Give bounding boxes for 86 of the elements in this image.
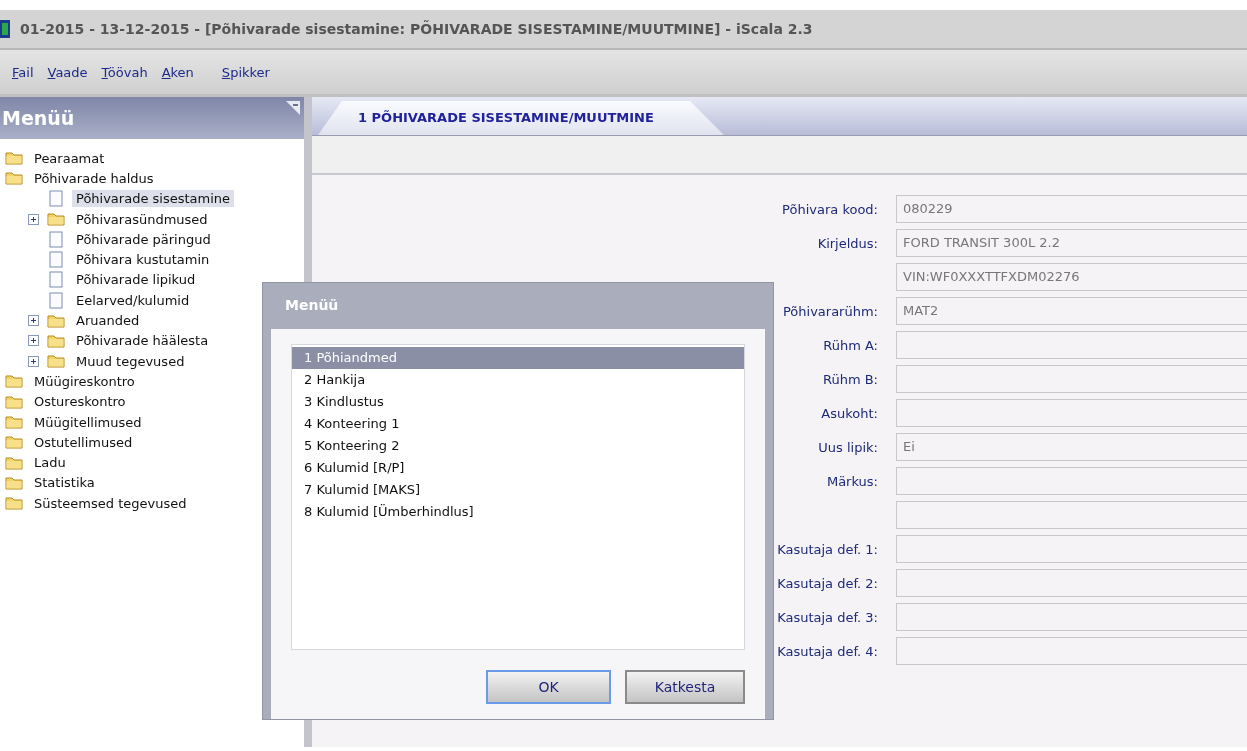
tree-item[interactable]: Müügitellimused: [30, 413, 146, 431]
tree-item[interactable]: Müügireskontro: [30, 372, 139, 390]
field-label: Põhivararühm:: [782, 303, 878, 319]
tree-item[interactable]: Põhivarade sisestamine: [72, 190, 235, 208]
folder-icon: [4, 171, 24, 186]
input-field[interactable]: [896, 399, 1247, 427]
collapse-icon[interactable]: [286, 101, 300, 115]
field-label: Kasutaja def. 3:: [777, 609, 878, 625]
tree-item[interactable]: Pearaamat: [30, 149, 109, 167]
folder-icon: [4, 151, 24, 166]
input-field[interactable]: [896, 467, 1247, 495]
field-label: Asukoht:: [821, 405, 878, 421]
field-label: Põhivara kood:: [782, 201, 878, 217]
tree-item[interactable]: Ostutellimused: [30, 433, 137, 451]
window-title: 01-2015 - 13-12-2015 - [Põhivarade sisestamine: PÕHIVARADE SISESTAMINE/MUUTMINE] - iScala 2.3: [20, 21, 813, 37]
input-field[interactable]: FORD TRANSIT 300L 2.2: [896, 229, 1247, 257]
field-label: Rühm A:: [823, 337, 878, 353]
tree-item[interactable]: Muud tegevused: [72, 352, 189, 370]
tree-item[interactable]: Eelarved/kulumid: [72, 291, 194, 309]
cancel-button[interactable]: Katkesta: [625, 670, 745, 704]
input-field[interactable]: [896, 637, 1247, 665]
tree-item[interactable]: Põhivarade haldus: [30, 169, 158, 187]
folder-icon: [4, 496, 24, 511]
tree-item[interactable]: Põhivara kustutamin: [72, 251, 214, 269]
tab[interactable]: 1 PÕHIVARADE SISESTAMINE/MUUTMINE: [318, 101, 724, 135]
tree-item[interactable]: Põhivarade häälesta: [72, 332, 213, 350]
field-label: Märkus:: [826, 473, 878, 489]
tree-item[interactable]: Põhivarade lipikud: [72, 271, 200, 289]
input-field[interactable]: 080229: [896, 195, 1247, 223]
document-icon: [46, 251, 66, 269]
tree-item[interactable]: Statistika: [30, 474, 99, 492]
menu-item[interactable]: Fail: [12, 64, 34, 80]
ok-button[interactable]: OK: [486, 670, 611, 704]
folder-icon: [4, 374, 24, 389]
folder-icon: [46, 354, 66, 369]
input-field[interactable]: MAT2: [896, 297, 1247, 325]
input-field[interactable]: VIN:WF0XXXTTFXDM02276: [896, 263, 1247, 291]
document-icon: [46, 271, 66, 289]
folder-icon: [4, 455, 24, 470]
list-item[interactable]: 8 Kulumid [Ümberhindlus]: [292, 501, 744, 523]
list-item[interactable]: 4 Konteering 1: [292, 413, 744, 435]
field-label: Kasutaja def. 4:: [777, 643, 878, 659]
folder-icon: [46, 313, 66, 328]
app-icon: [0, 20, 10, 38]
menu-item[interactable]: Töövah: [101, 64, 148, 80]
tree-item[interactable]: Põhivarade päringud: [72, 230, 215, 248]
list-item[interactable]: 6 Kulumid [R/P]: [292, 457, 744, 479]
document-icon: [46, 190, 66, 208]
input-field[interactable]: [896, 603, 1247, 631]
folder-icon: [4, 435, 24, 450]
menu-item[interactable]: Aken: [161, 64, 194, 80]
expand-icon[interactable]: [28, 335, 39, 347]
document-icon: [46, 230, 66, 248]
list-item[interactable]: 2 Hankija: [292, 369, 744, 391]
dialog-title: Menüü: [284, 296, 340, 315]
field-label: Kasutaja def. 1:: [777, 541, 878, 557]
tree-item[interactable]: Ladu: [30, 454, 70, 472]
field-label: Rühm B:: [822, 371, 878, 387]
menu-item[interactable]: Spikker: [221, 64, 270, 80]
expand-icon[interactable]: [28, 355, 39, 367]
field-label: Kirjeldus:: [817, 235, 878, 251]
input-field[interactable]: [896, 331, 1247, 359]
document-icon: [46, 291, 66, 309]
tree-item[interactable]: Süsteemsed tegevused: [30, 494, 191, 512]
list-item[interactable]: 3 Kindlustus: [292, 391, 744, 413]
expand-icon[interactable]: [28, 213, 39, 225]
menu-item[interactable]: Vaade: [47, 64, 88, 80]
folder-icon: [4, 415, 24, 429]
folder-icon: [46, 333, 66, 348]
field-label: Kasutaja def. 2:: [777, 575, 878, 591]
input-field[interactable]: Ei: [896, 433, 1247, 461]
input-field[interactable]: [896, 365, 1247, 393]
tree-item[interactable]: Põhivarasündmused: [72, 210, 212, 228]
folder-icon: [4, 475, 24, 490]
list-item[interactable]: 7 Kulumid [MAKS]: [292, 479, 744, 501]
expand-icon[interactable]: [28, 315, 39, 326]
list-item[interactable]: 5 Konteering 2: [292, 435, 744, 457]
folder-icon: [4, 394, 24, 409]
input-field[interactable]: [896, 569, 1247, 597]
folder-icon: [46, 212, 66, 227]
input-field[interactable]: [896, 535, 1247, 563]
sidebar-title: Menüü: [2, 107, 75, 129]
tree-item[interactable]: Ostureskontro: [30, 393, 130, 411]
input-field[interactable]: [896, 501, 1247, 529]
tree-item[interactable]: Aruanded: [72, 312, 144, 329]
field-label: Uus lipik:: [818, 439, 878, 455]
